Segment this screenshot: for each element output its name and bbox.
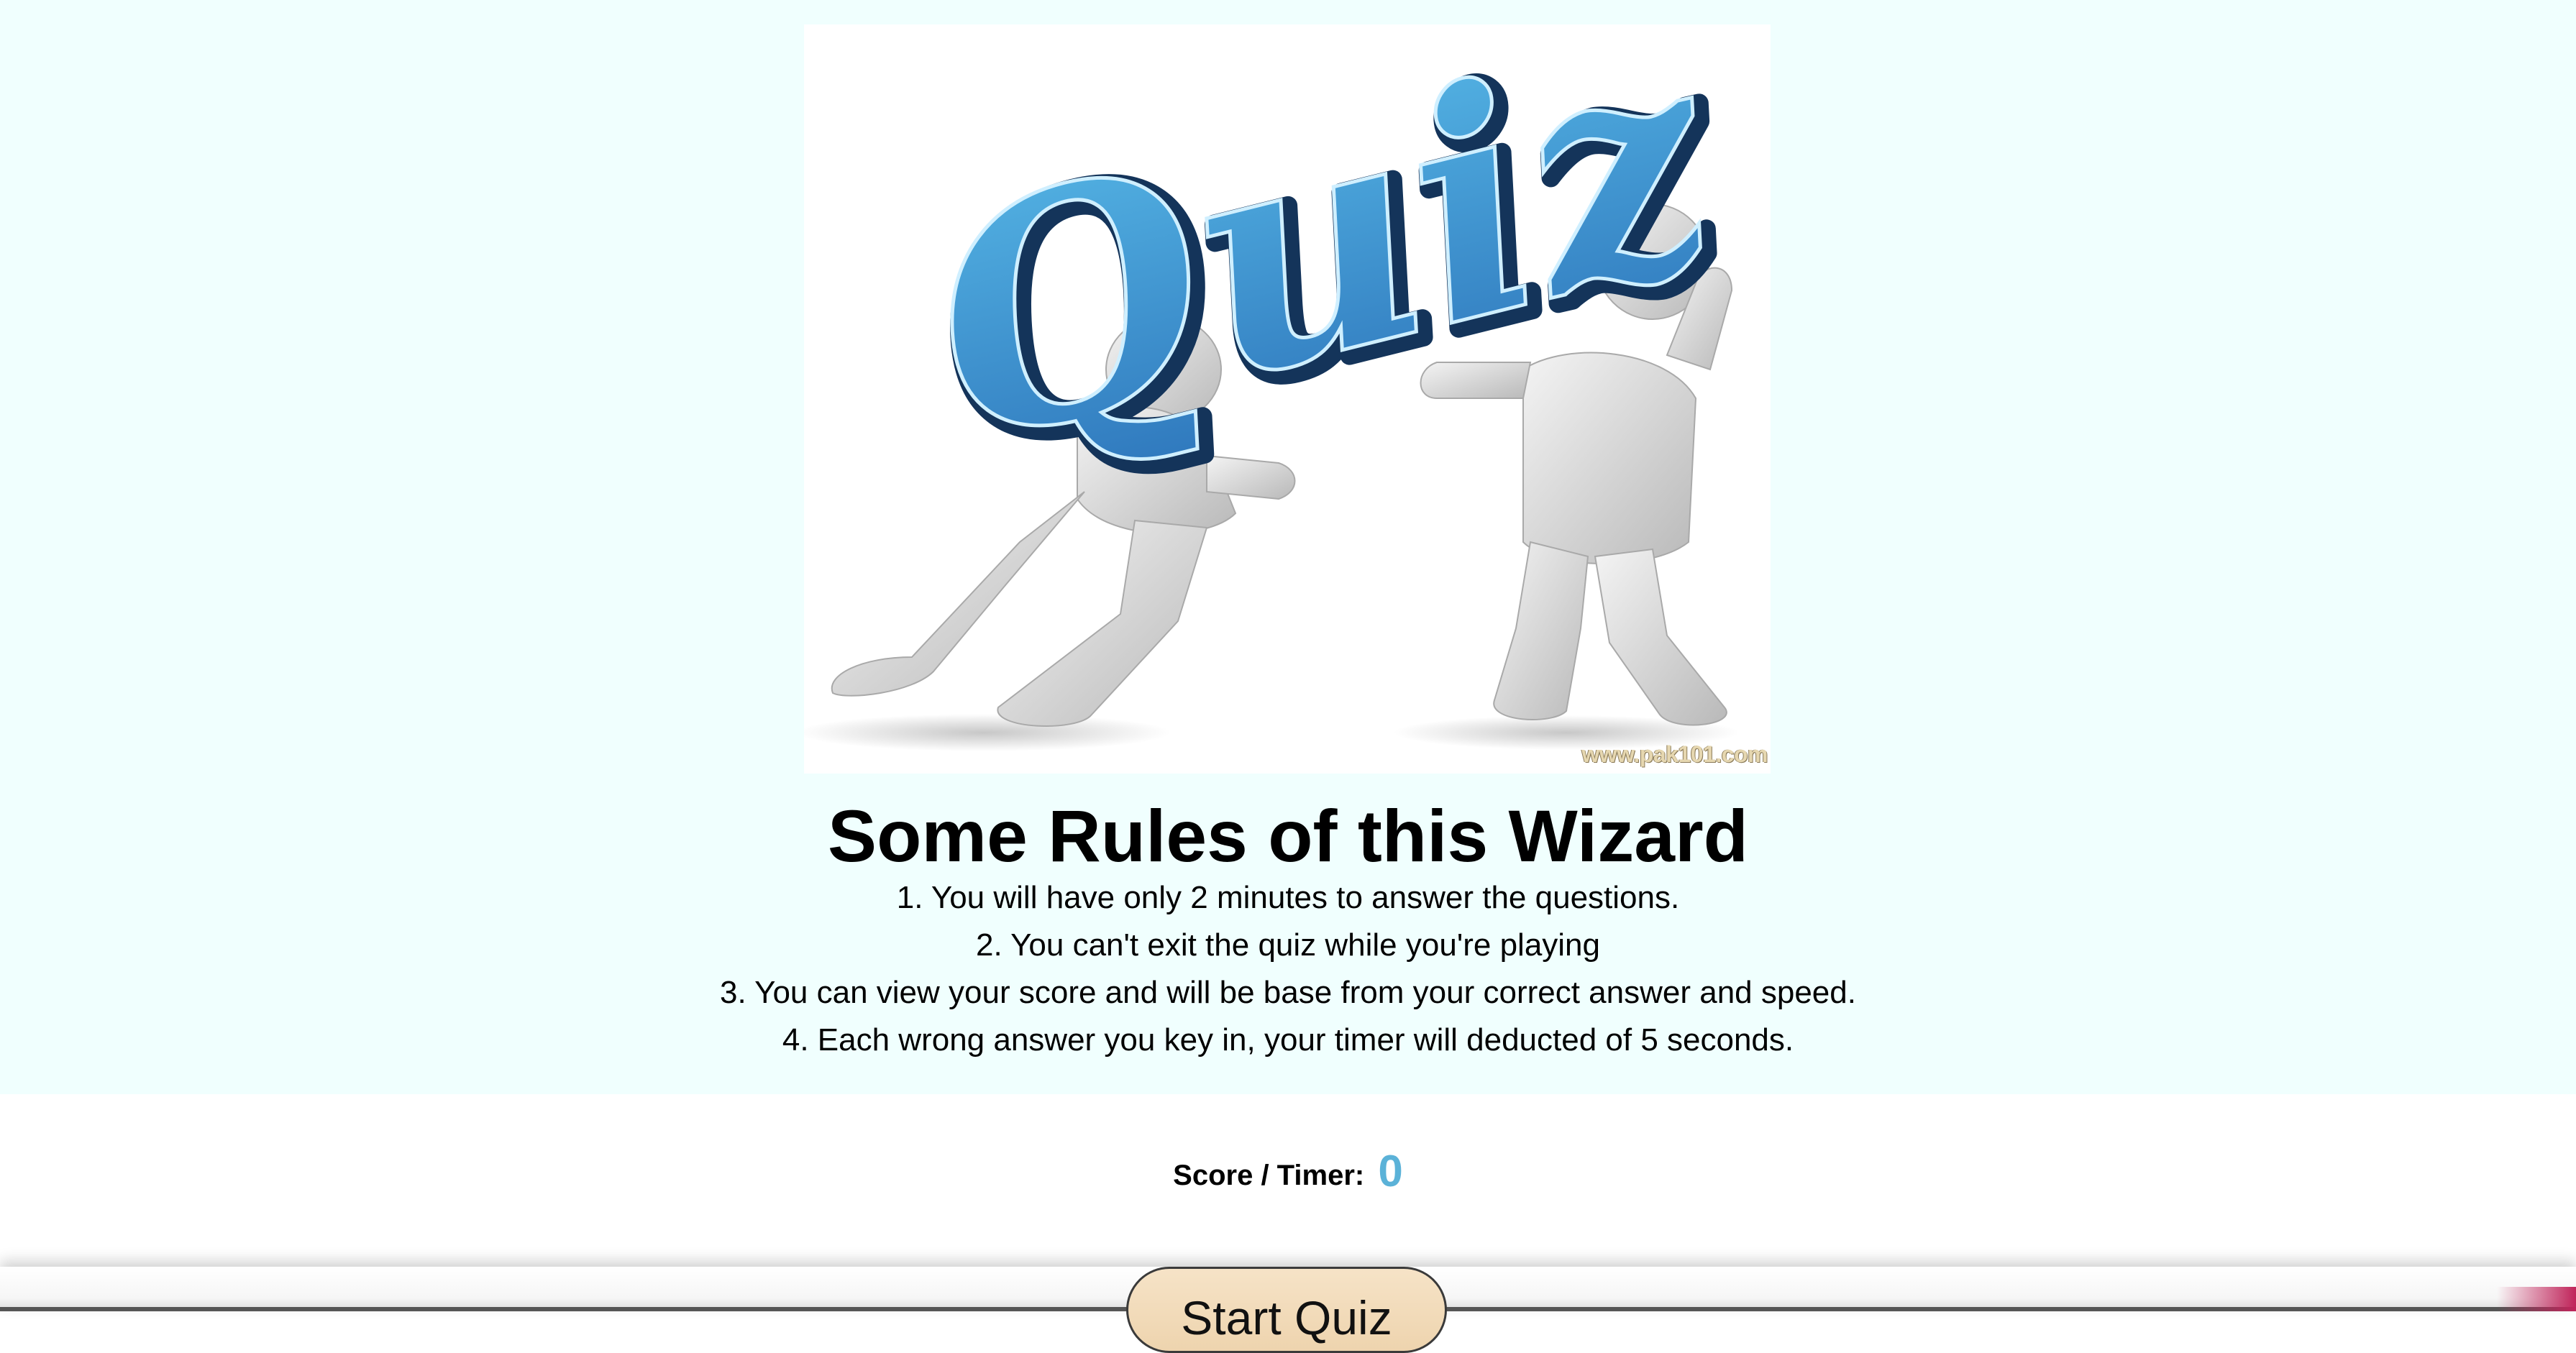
quiz-illustration: Quiz Quiz	[804, 24, 1768, 751]
image-watermark: www.pak101.com	[1581, 741, 1768, 767]
rule-item: 3. You can view your score and will be b…	[720, 975, 1856, 1010]
rule-item: 1. You will have only 2 minutes to answe…	[896, 880, 1680, 915]
rule-item: 2. You can't exit the quiz while you're …	[975, 927, 1601, 963]
start-quiz-button[interactable]: Start Quiz	[1126, 1267, 1447, 1353]
score-timer-value: 0	[1378, 1147, 1403, 1196]
score-timer-label: Score / Timer:	[1173, 1160, 1365, 1191]
intro-section: Quiz Quiz www.pak101.com Some Rules of t…	[0, 0, 2576, 1094]
score-timer: Score / Timer: 0	[0, 1146, 2576, 1197]
rules-heading: Some Rules of this Wizard	[828, 795, 1748, 877]
quiz-hero-image: Quiz Quiz www.pak101.com	[804, 24, 1771, 774]
rule-item: 4. Each wrong answer you key in, your ti…	[782, 1022, 1794, 1058]
corner-accent	[2497, 1287, 2576, 1311]
rules-list: 1. You will have only 2 minutes to answe…	[0, 874, 2576, 1064]
